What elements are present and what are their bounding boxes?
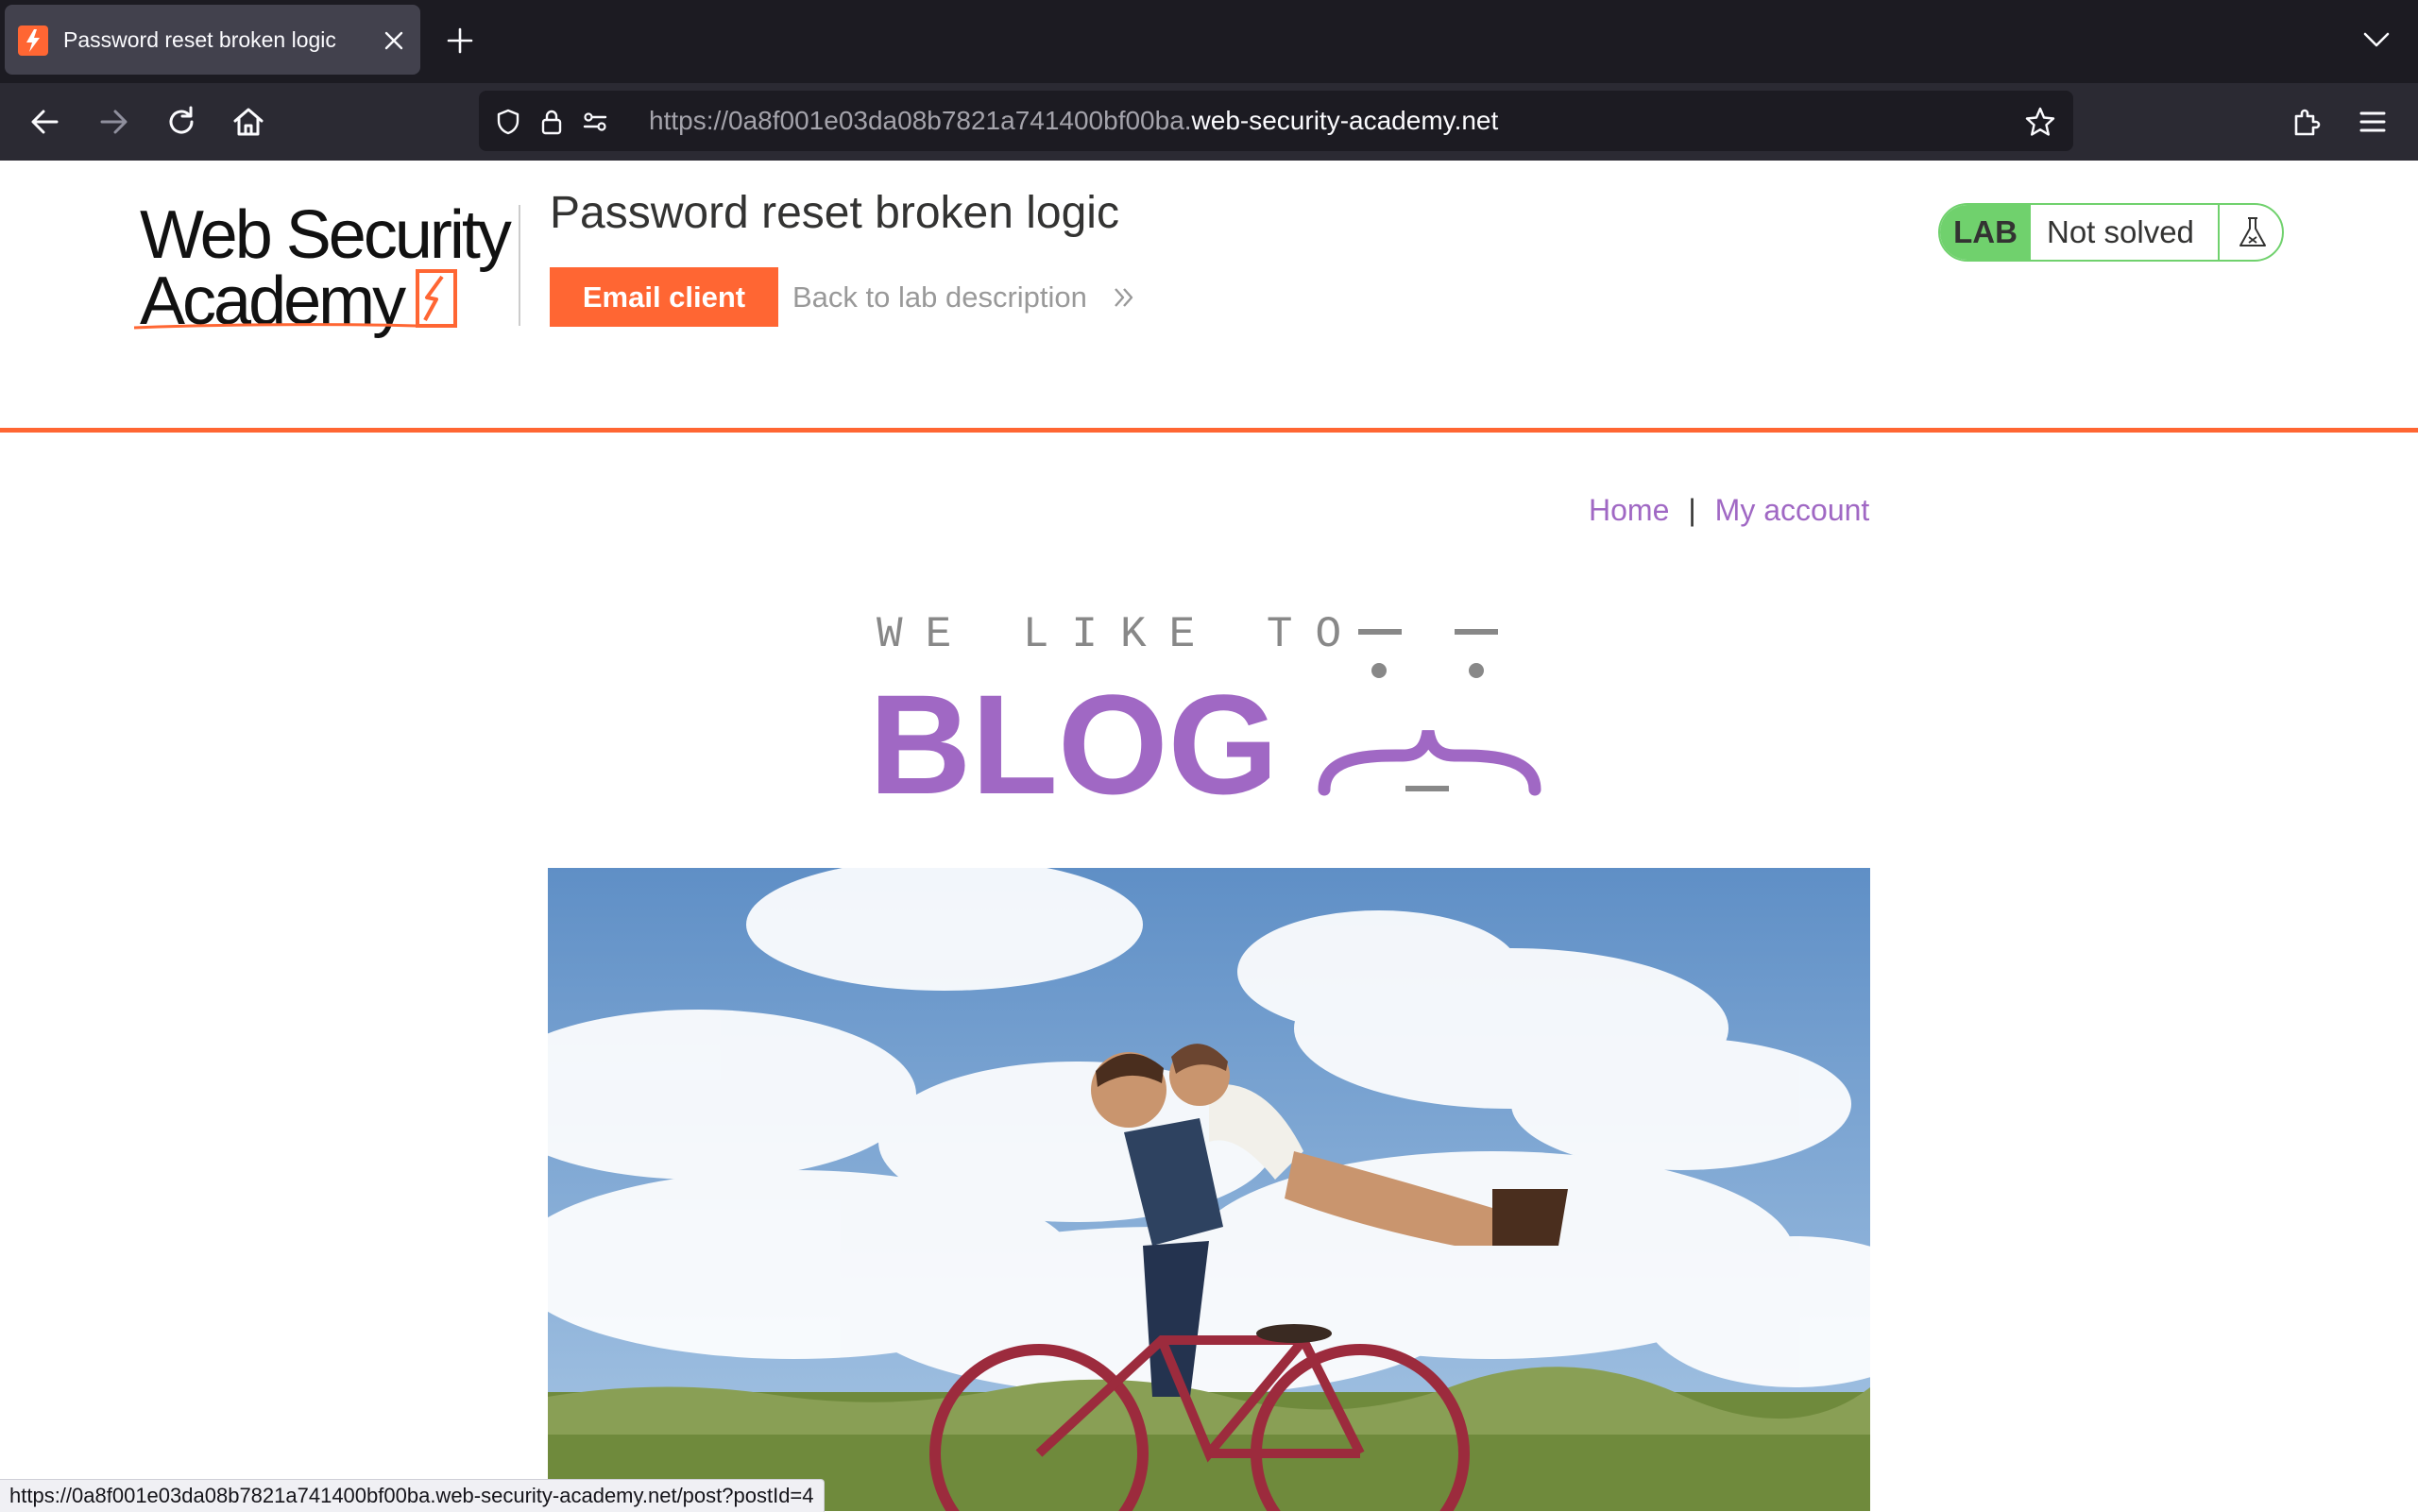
burp-favicon-icon — [18, 25, 48, 56]
blog-top-nav: Home | My account — [1589, 487, 1869, 533]
tab-title: Password reset broken logic — [63, 27, 336, 52]
close-icon[interactable] — [381, 27, 407, 54]
blog-logo-word: BLOG — [869, 665, 1278, 803]
browser-tab[interactable]: Password reset broken logic — [5, 5, 420, 75]
flask-icon — [2239, 217, 2266, 246]
lab-tag: LAB — [1940, 205, 2031, 260]
blog-logo: WE LIKE TO BLOG — [869, 614, 1541, 803]
email-client-button[interactable]: Email client — [550, 267, 778, 327]
back-to-lab-description-link[interactable]: Back to lab description — [792, 267, 1087, 327]
address-bar[interactable]: https://0a8f001e03da08b7821a741400bf00ba… — [479, 91, 2073, 151]
blog-logo-tagline: WE LIKE TO — [877, 614, 1364, 659]
url-prefix: https://0a8f001e03da08b7821a741400bf00ba… — [649, 106, 1192, 135]
logo-bolt-icon — [423, 275, 444, 321]
home-link[interactable]: Home — [1589, 493, 1669, 527]
permissions-icon[interactable] — [581, 108, 609, 136]
my-account-link[interactable]: My account — [1715, 493, 1870, 527]
lab-status-divider — [2218, 205, 2220, 260]
reload-icon[interactable] — [162, 103, 200, 141]
menu-icon[interactable] — [2354, 103, 2392, 141]
home-icon[interactable] — [230, 103, 267, 141]
forward-arrow-icon[interactable] — [94, 103, 132, 141]
logo-line2: Academy — [140, 263, 406, 339]
nav-separator: | — [1688, 493, 1696, 527]
lab-status-text: Not solved — [2047, 214, 2194, 249]
plus-icon[interactable] — [446, 26, 474, 55]
star-icon[interactable] — [2024, 106, 2056, 138]
header-divider — [0, 428, 2418, 433]
double-chevron-right-icon — [1115, 288, 1133, 307]
logo-line1: Web Security — [140, 197, 512, 273]
lab-title: Password reset broken logic — [550, 188, 1119, 238]
lock-icon[interactable] — [537, 108, 566, 136]
status-bar-link-preview: https://0a8f001e03da08b7821a741400bf00ba… — [0, 1479, 825, 1512]
blog-post-image[interactable] — [548, 868, 1870, 1511]
web-security-academy-logo[interactable]: Web Security Academy — [132, 194, 529, 345]
browser-toolbar: https://0a8f001e03da08b7821a741400bf00ba… — [0, 83, 2418, 161]
url-text[interactable]: https://0a8f001e03da08b7821a741400bf00ba… — [649, 91, 1498, 151]
shield-icon[interactable] — [494, 108, 522, 136]
back-arrow-icon[interactable] — [26, 103, 64, 141]
couple-on-bicycle-photo — [548, 868, 1870, 1511]
browser-tab-bar: Password reset broken logic — [0, 0, 2418, 83]
url-domain: web-security-academy.net — [1191, 106, 1499, 135]
lab-status-badge: LAB Not solved — [1938, 203, 2284, 262]
chevron-down-icon[interactable] — [2361, 28, 2392, 51]
extensions-icon[interactable] — [2288, 103, 2325, 141]
